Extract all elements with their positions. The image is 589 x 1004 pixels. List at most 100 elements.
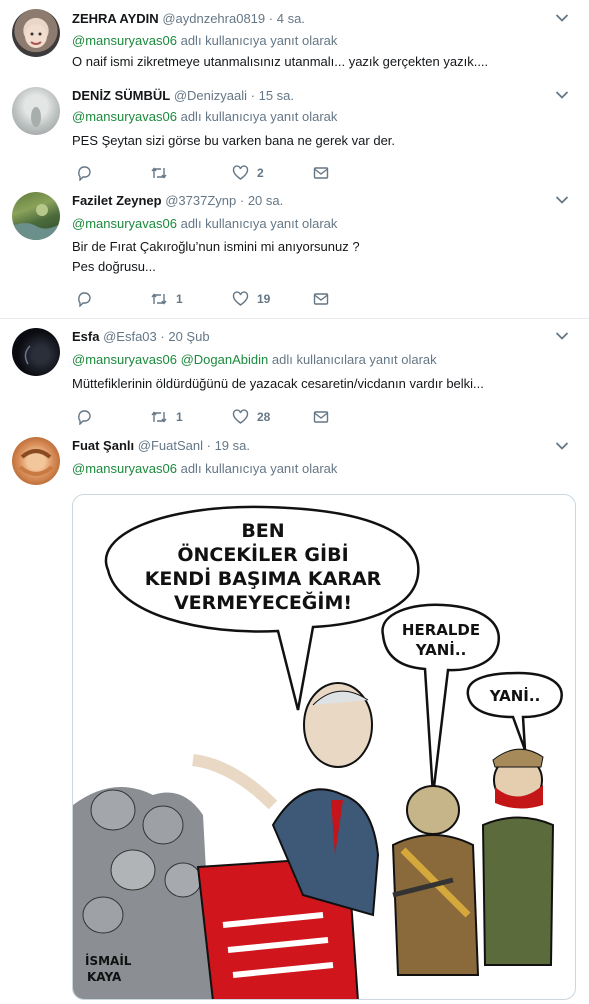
separator: · (206, 438, 211, 453)
like-icon (232, 409, 249, 424)
reply-context: @mansuryavas06 @DoganAbidin adlı kullanı… (72, 352, 437, 367)
chevron-down-icon[interactable] (555, 441, 569, 451)
message-icon (313, 167, 329, 179)
like-icon (232, 291, 249, 306)
tweet-text-line: PES Şeytan sizi görse bu varken bana ne … (72, 133, 396, 148)
tweet-text-line: Bir de Fırat Çakıroğlu’nun ismini mi anı… (72, 239, 360, 254)
separator: · (160, 329, 165, 344)
display-name[interactable]: Esfa (72, 329, 99, 344)
artist-signature: KAYA (87, 970, 122, 984)
reply-context-label: adlı kullanıcıya yanıt olarak (180, 216, 338, 231)
reply-button[interactable] (76, 289, 92, 309)
timestamp[interactable]: 15 sa. (259, 88, 294, 103)
avatar[interactable] (12, 328, 60, 376)
bubble-text-line: HERALDE (402, 621, 480, 639)
bubble-text-line: BEN (241, 520, 284, 542)
retweet-button[interactable]: 1 (150, 407, 183, 427)
reply-icon (78, 410, 91, 425)
avatar[interactable] (12, 192, 60, 240)
username[interactable]: @FuatSanl (138, 438, 203, 453)
chevron-down-icon[interactable] (555, 195, 569, 205)
tweet[interactable]: Fazilet Zeynep @3737Zynp · 20 sa. @mansu… (0, 180, 589, 315)
tweet-media-image[interactable]: BEN ÖNCEKİLER GİBİ KENDİ BAŞIMA KARAR VE… (72, 494, 576, 1000)
mention-link[interactable]: @mansuryavas06 (72, 33, 177, 48)
chevron-down-icon[interactable] (555, 331, 569, 341)
masked-figure (481, 748, 555, 966)
mention-link[interactable]: @mansuryavas06 (72, 216, 177, 231)
mention-link[interactable]: @DoganAbidin (181, 352, 269, 367)
timestamp[interactable]: 20 sa. (248, 193, 283, 208)
bubble-text-line: KENDİ BAŞIMA KARAR (145, 566, 382, 590)
reply-button[interactable] (76, 407, 92, 427)
display-name[interactable]: Fazilet Zeynep (72, 193, 162, 208)
display-name[interactable]: Fuat Şanlı (72, 438, 134, 453)
tweet[interactable]: ZEHRA AYDIN @aydnzehra0819 · 4 sa. @mans… (0, 0, 589, 80)
tweet-text: Müttefiklerinin öldürdüğünü de yazacak c… (72, 374, 484, 394)
message-icon (313, 293, 329, 305)
separator: · (268, 11, 274, 26)
timestamp[interactable]: 4 sa. (277, 11, 305, 26)
avatar[interactable] (12, 87, 60, 135)
like-count: 2 (257, 166, 264, 180)
display-name[interactable]: ZEHRA AYDIN (72, 11, 159, 26)
tweet[interactable]: DENİZ SÜMBÜL @Denizyaali · 15 sa. @mansu… (0, 80, 589, 181)
reply-icon (78, 166, 91, 181)
tweet-text-line: O naif ismi zikretmeye utanmalısınız uta… (72, 54, 489, 69)
avatar[interactable] (12, 437, 60, 485)
reply-context-label: adlı kullanıcıya yanıt olarak (180, 461, 338, 476)
timestamp[interactable]: 20 Şub (168, 329, 209, 344)
direct-message-button[interactable] (313, 407, 329, 427)
timestamp[interactable]: 19 sa. (215, 438, 250, 453)
reply-context-label: adlı kullanıcıya yanıt olarak (180, 33, 338, 48)
militant-figure (391, 785, 480, 976)
tweet-actions: 1 28 (72, 407, 372, 427)
bubble-text-line: YANİ.. (415, 640, 467, 659)
reply-context: @mansuryavas06 adlı kullanıcıya yanıt ol… (72, 33, 337, 48)
chevron-down-icon[interactable] (555, 90, 569, 100)
avatar[interactable] (12, 9, 60, 57)
direct-message-button[interactable] (313, 289, 329, 309)
username[interactable]: @3737Zynp (165, 193, 236, 208)
retweet-icon (151, 411, 167, 423)
artist-signature: İSMAİL (85, 953, 132, 968)
mention-link[interactable]: @mansuryavas06 (72, 109, 177, 124)
retweet-button[interactable]: 1 (150, 289, 183, 309)
like-button[interactable]: 19 (232, 289, 270, 309)
reply-context-label: adlı kullanıcılara yanıt olarak (271, 352, 437, 367)
separator: · (250, 88, 255, 103)
retweet-count: 1 (176, 292, 183, 306)
username[interactable]: @aydnzehra0819 (162, 11, 265, 26)
reply-icon (78, 292, 91, 307)
like-count: 19 (257, 292, 271, 306)
username[interactable]: @Denizyaali (174, 88, 247, 103)
reply-context: @mansuryavas06 adlı kullanıcıya yanıt ol… (72, 461, 337, 476)
display-name[interactable]: DENİZ SÜMBÜL (72, 88, 170, 103)
retweet-count: 1 (176, 410, 183, 424)
reply-context-label: adlı kullanıcıya yanıt olarak (180, 109, 338, 124)
retweet-icon (151, 167, 167, 179)
tweet-actions: 1 19 (72, 289, 372, 309)
like-button[interactable]: 28 (232, 407, 270, 427)
crowd-figures (73, 787, 213, 999)
bubble-text-line: ÖNCEKİLER GİBİ (177, 542, 348, 566)
like-count: 28 (257, 410, 271, 424)
tweet-text: Bir de Fırat Çakıroğlu’nun ismini mi anı… (72, 237, 360, 277)
separator: · (239, 193, 245, 208)
bubble-text-line: VERMEYECEĞİM! (174, 590, 352, 614)
chevron-down-icon[interactable] (555, 13, 569, 23)
tweet-text-line: Müttefiklerinin öldürdüğünü de yazacak c… (72, 376, 484, 391)
mention-link[interactable]: @mansuryavas06 (72, 352, 177, 367)
bubble-text-line: YANİ.. (489, 686, 541, 705)
tweet-text: O naif ismi zikretmeye utanmalısınız uta… (72, 52, 488, 72)
retweet-icon (151, 293, 167, 305)
mention-link[interactable]: @mansuryavas06 (72, 461, 177, 476)
cartoon-illustration: BEN ÖNCEKİLER GİBİ KENDİ BAŞIMA KARAR VE… (73, 505, 563, 999)
tweet-text: PES Şeytan sizi görse bu varken bana ne … (72, 131, 395, 151)
username[interactable]: @Esfa03 (103, 329, 157, 344)
tweet[interactable]: Esfa @Esfa03 · 20 Şub @mansuryavas06 @Do… (0, 319, 589, 434)
reply-context: @mansuryavas06 adlı kullanıcıya yanıt ol… (72, 109, 337, 124)
message-icon (313, 411, 329, 423)
tweet-text-line: Pes doğrusu... (72, 259, 156, 274)
reply-context: @mansuryavas06 adlı kullanıcıya yanıt ol… (72, 216, 337, 231)
like-icon (232, 165, 249, 180)
